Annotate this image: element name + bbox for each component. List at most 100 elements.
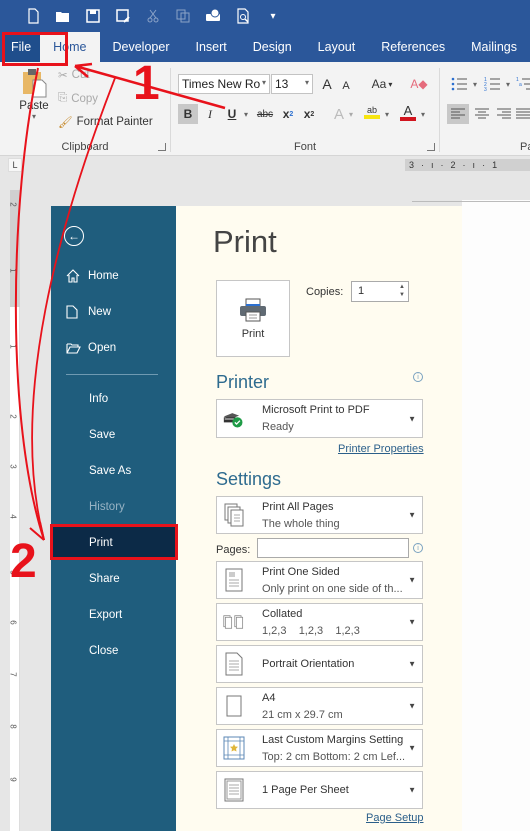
bold-button[interactable]: B	[178, 104, 198, 124]
orientation-select[interactable]: Portrait Orientation ▼	[216, 645, 423, 683]
paste-dropdown-icon[interactable]: ▾	[16, 112, 52, 121]
underline-dropdown-icon[interactable]: ▾	[241, 104, 251, 124]
backstage-item-label: Share	[89, 573, 120, 585]
subscript-label: x	[282, 107, 290, 121]
cut-button[interactable]: ✂ Cut	[58, 68, 90, 82]
underline-button[interactable]: U	[223, 104, 241, 124]
chevron-down-icon[interactable]: ▾	[419, 104, 427, 124]
copy-icon[interactable]	[174, 7, 192, 25]
pages-label: Pages:	[216, 544, 251, 556]
align-center-button[interactable]	[473, 104, 491, 124]
paste-button[interactable]: Paste ▾	[16, 68, 52, 121]
margins-select[interactable]: Last Custom Margins Setting Top: 2 cm Bo…	[216, 729, 423, 767]
tab-references[interactable]: References	[368, 32, 458, 62]
ruler-label: 2	[8, 202, 18, 207]
ruler-label: ı	[472, 160, 476, 170]
backstage-item-label: Info	[89, 393, 109, 405]
highlight-label: ab	[366, 105, 377, 115]
bullets-button[interactable]	[450, 74, 470, 94]
printer-properties-link[interactable]: Printer Properties	[338, 443, 424, 455]
justify-button[interactable]	[516, 104, 530, 124]
back-arrow-icon[interactable]: ←	[64, 226, 84, 246]
print-preview-icon[interactable]	[234, 7, 252, 25]
new-document-icon[interactable]	[24, 7, 42, 25]
copies-spinner[interactable]: ▲ ▼	[399, 283, 405, 299]
backstage-item-save[interactable]: Save	[51, 419, 176, 451]
paper-size-icon	[223, 694, 245, 718]
font-size-select[interactable]: 13 ▾	[271, 74, 313, 94]
chevron-down-icon: ▼	[408, 414, 416, 423]
font-name-select[interactable]: Times New Ro ▾	[178, 74, 270, 94]
shrink-font-button[interactable]: A	[339, 76, 353, 96]
superscript-button[interactable]: x2	[301, 104, 317, 124]
vertical-ruler[interactable]: 2 1 1 2 3 4 5 6 7 8 9	[8, 190, 20, 831]
ribbon-tabs: File Home Developer Insert Design Layout…	[0, 32, 530, 62]
printer-ready-icon	[223, 407, 245, 431]
backstage-item-info[interactable]: Info	[51, 383, 176, 415]
change-case-button[interactable]: Aa ▾	[367, 74, 397, 94]
ruler-label: 2	[450, 160, 456, 170]
backstage-item-close[interactable]: Close	[51, 635, 176, 667]
document-page[interactable]	[462, 200, 530, 831]
print-range-select[interactable]: Print All Pages The whole thing ▼	[216, 496, 423, 534]
text-effects-button[interactable]: A	[331, 104, 347, 124]
backstage-item-new[interactable]: New	[51, 296, 176, 328]
highlight-button[interactable]: ab	[363, 102, 381, 122]
pages-input[interactable]	[257, 538, 409, 558]
clipboard-launcher-icon[interactable]	[158, 143, 166, 151]
info-icon[interactable]: i	[413, 372, 423, 382]
font-color-label: A	[403, 102, 413, 118]
backstage-item-save-as[interactable]: Save As	[51, 455, 176, 487]
copy-button[interactable]: ⎘ Copy	[58, 92, 98, 105]
save-icon[interactable]	[84, 7, 102, 25]
numbering-button[interactable]: 123	[483, 74, 503, 94]
backstage-item-export[interactable]: Export	[51, 599, 176, 631]
align-right-button[interactable]	[495, 104, 513, 124]
italic-button[interactable]: I	[201, 104, 219, 124]
horizontal-ruler[interactable]: 3 · ı · 2 · ı · 1	[405, 159, 530, 171]
customize-icon[interactable]: ▾	[264, 7, 282, 25]
touch-mode-icon[interactable]	[204, 7, 222, 25]
paper-size-select[interactable]: A4 21 cm x 29.7 cm ▼	[216, 687, 423, 725]
eraser-icon: A◆	[410, 77, 428, 91]
multilevel-list-button[interactable]: 1a	[516, 74, 530, 94]
tab-selector-icon[interactable]: L	[8, 158, 22, 172]
format-painter-button[interactable]: 🖌 Format Painter	[58, 115, 153, 129]
save-as-icon[interactable]	[114, 7, 132, 25]
chevron-down-icon: ▼	[408, 785, 416, 795]
cut-label: Cut	[71, 69, 90, 81]
multilevel-list-icon: 1a	[516, 77, 530, 90]
strikethrough-button[interactable]: abc	[253, 104, 277, 124]
pages-stack-icon	[223, 503, 245, 527]
sides-select[interactable]: Print One Sided Only print on one side o…	[216, 561, 423, 599]
backstage-item-share[interactable]: Share	[51, 563, 176, 595]
font-color-button[interactable]: A	[399, 102, 417, 122]
backstage-item-open[interactable]: Open	[51, 332, 176, 364]
backstage-item-home[interactable]: Home	[51, 260, 176, 292]
print-button[interactable]: Print	[216, 280, 290, 357]
page-setup-link[interactable]: Page Setup	[366, 812, 424, 824]
copies-input[interactable]: 1 ▲ ▼	[351, 281, 409, 302]
chevron-down-icon: ▾	[261, 78, 266, 87]
chevron-down-icon[interactable]: ▾	[347, 104, 355, 124]
pages-per-sheet-select[interactable]: 1 Page Per Sheet ▼	[216, 771, 423, 809]
printer-select[interactable]: Microsoft Print to PDF Ready ▼	[216, 399, 423, 438]
chevron-down-icon[interactable]: ▾	[383, 104, 391, 124]
cut-icon[interactable]	[144, 7, 162, 25]
ruler-label: 3	[8, 464, 18, 469]
tab-insert[interactable]: Insert	[182, 32, 239, 62]
subscript-button[interactable]: x2	[280, 104, 296, 124]
align-left-button[interactable]	[447, 104, 469, 124]
tab-layout[interactable]: Layout	[305, 32, 369, 62]
clear-formatting-button[interactable]: A◆	[409, 74, 429, 94]
font-launcher-icon[interactable]	[427, 143, 435, 151]
tab-design[interactable]: Design	[240, 32, 305, 62]
backstage-item-history[interactable]: History	[51, 491, 176, 523]
chevron-down-icon[interactable]: ▾	[471, 74, 479, 94]
tab-mailings[interactable]: Mailings	[458, 32, 530, 62]
open-folder-icon[interactable]	[54, 7, 72, 25]
info-icon[interactable]: i	[413, 543, 423, 553]
collation-select[interactable]: Collated 1,2,3 1,2,3 1,2,3 ▼	[216, 603, 423, 641]
chevron-down-icon[interactable]: ▾	[504, 74, 512, 94]
grow-font-button[interactable]: A	[319, 74, 335, 94]
